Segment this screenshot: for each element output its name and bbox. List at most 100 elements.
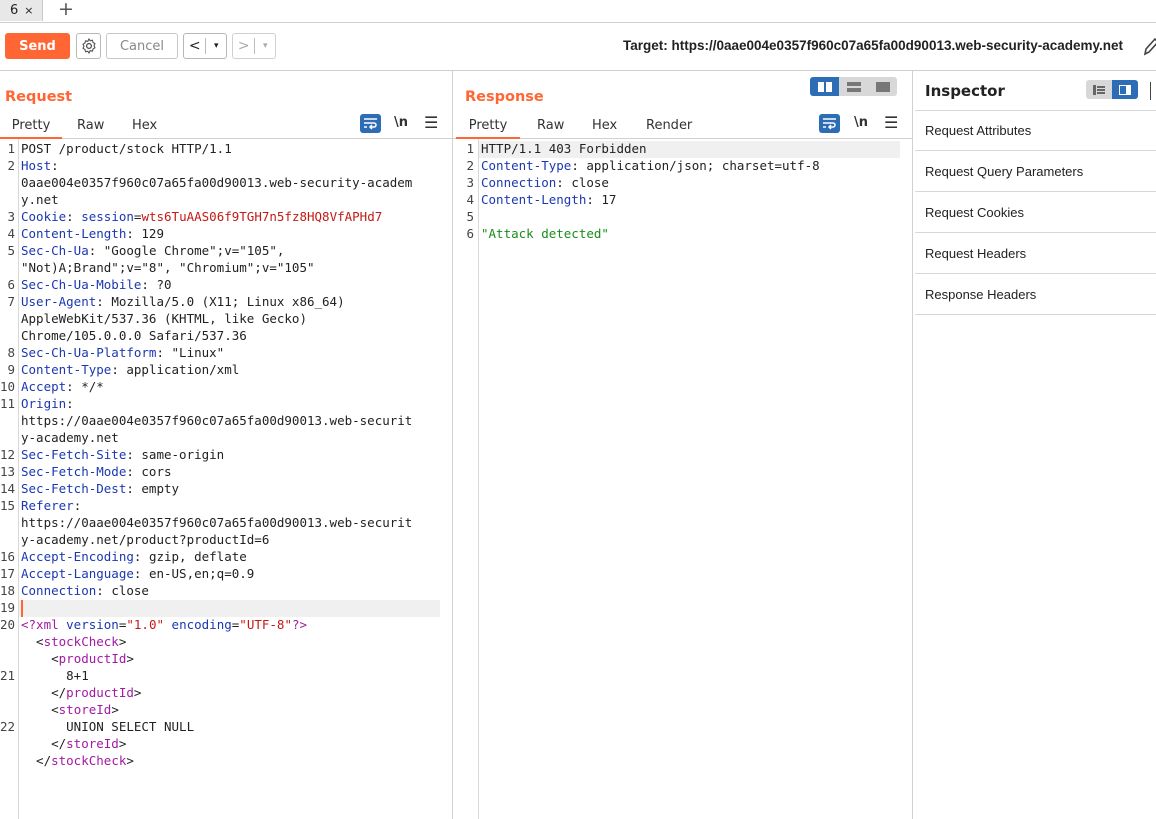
response-tab-hex[interactable]: Hex — [592, 118, 617, 133]
code-line: Host: — [21, 158, 59, 173]
code-line: </productId> — [21, 685, 142, 700]
inspector-item-request-attributes[interactable]: Request Attributes — [915, 111, 1156, 151]
code-line: 0aae004e0357f960c07a65fa00d90013.web-sec… — [21, 175, 413, 190]
response-tab-render[interactable]: Render — [646, 118, 692, 133]
code-line: AppleWebKit/537.36 (KHTML, like Gecko) — [21, 311, 307, 326]
code-line: y.net — [21, 192, 59, 207]
edit-target-button[interactable] — [1142, 35, 1156, 61]
code-line: Accept-Encoding: gzip, deflate — [21, 549, 247, 564]
new-tab-icon[interactable]: + — [58, 0, 74, 20]
code-line: y-academy.net/product?productId=6 — [21, 532, 270, 547]
cancel-button[interactable]: Cancel — [106, 33, 178, 59]
request-tab-pretty[interactable]: Pretty — [0, 117, 62, 139]
code-line: Content-Length: 17 — [481, 192, 617, 207]
inspector-collapse-icon[interactable] — [1150, 82, 1153, 100]
line-number: 16 — [0, 549, 16, 564]
code-line: Sec-Fetch-Mode: cors — [21, 464, 172, 479]
inspector-divider[interactable] — [912, 71, 913, 819]
line-number: 19 — [0, 600, 16, 615]
settings-button[interactable] — [76, 33, 101, 59]
inspector-list-view-button[interactable] — [1086, 80, 1112, 99]
code-line: Content-Type: application/json; charset=… — [481, 158, 820, 173]
request-title: Request — [5, 89, 73, 105]
line-number: 3 — [466, 175, 474, 190]
code-line: HTTP/1.1 403 Forbidden — [481, 141, 647, 156]
single-pane-icon — [875, 81, 890, 92]
code-line: Content-Length: 129 — [21, 226, 164, 241]
line-number: 4 — [7, 226, 15, 241]
pencil-icon — [1143, 37, 1156, 56]
stacked-view-button[interactable] — [839, 77, 868, 96]
line-number: 22 — [0, 719, 16, 734]
response-wrap-toggle[interactable] — [819, 114, 840, 133]
code-line: <stockCheck> — [21, 634, 127, 649]
code-line: Referer: — [21, 498, 82, 513]
forward-button[interactable]: > ▾ — [232, 33, 276, 59]
line-number: 15 — [0, 498, 16, 513]
panel-icon — [1119, 84, 1131, 95]
request-gutter — [0, 139, 19, 819]
rows-icon — [846, 81, 861, 92]
request-wrap-toggle[interactable] — [360, 114, 381, 133]
request-newline-toggle[interactable]: \n — [394, 115, 408, 130]
line-number: 20 — [0, 617, 16, 632]
response-newline-toggle[interactable]: \n — [854, 115, 868, 130]
line-number: 10 — [0, 379, 16, 394]
code-line: </storeId> — [21, 736, 127, 751]
tabbed-view-button[interactable] — [868, 77, 897, 96]
inspector-panel-view-button[interactable] — [1112, 80, 1138, 99]
inspector-layout-toggle[interactable] — [1086, 80, 1138, 99]
code-line: Connection: close — [481, 175, 609, 190]
tab-6[interactable]: 6 × — [0, 0, 43, 21]
back-button[interactable]: < ▾ — [183, 33, 227, 59]
back-dropdown-icon[interactable]: ▾ — [206, 41, 226, 51]
request-tab-raw[interactable]: Raw — [77, 118, 104, 133]
line-number: 17 — [0, 566, 16, 581]
line-number: 5 — [466, 209, 474, 224]
line-number: 21 — [0, 668, 16, 683]
code-line: https://0aae004e0357f960c07a65fa00d90013… — [21, 413, 413, 428]
inspector-item-response-headers[interactable]: Response Headers — [915, 275, 1156, 315]
chevron-right-icon: > — [237, 38, 250, 54]
forward-dropdown-icon[interactable]: ▾ — [255, 41, 275, 51]
code-line: y-academy.net — [21, 430, 119, 445]
code-line: Chrome/105.0.0.0 Safari/537.36 — [21, 328, 247, 343]
list-icon — [1093, 84, 1105, 95]
code-line: Cookie: session=wts6TuAAS06f9TGH7n5fz8HQ… — [21, 209, 383, 224]
close-tab-icon[interactable]: × — [24, 4, 33, 17]
line-number: 5 — [7, 243, 15, 258]
line-number: 6 — [466, 226, 474, 241]
tab-label: 6 — [10, 3, 19, 18]
layout-toggle[interactable] — [810, 77, 897, 96]
response-gutter — [453, 139, 479, 819]
gear-icon — [81, 38, 96, 54]
columns-icon — [817, 81, 832, 92]
request-menu-icon[interactable]: ☰ — [424, 113, 438, 132]
line-number: 1 — [466, 141, 474, 156]
line-number: 1 — [7, 141, 15, 156]
code-line: UNION SELECT NULL — [21, 719, 195, 734]
code-line: User-Agent: Mozilla/5.0 (X11; Linux x86_… — [21, 294, 345, 309]
line-number: 4 — [466, 192, 474, 207]
code-line: <?xml version="1.0" encoding="UTF-8"?> — [21, 617, 308, 632]
line-number: 18 — [0, 583, 16, 598]
response-menu-icon[interactable]: ☰ — [884, 113, 898, 132]
line-number: 8 — [7, 345, 15, 360]
send-button[interactable]: Send — [5, 33, 70, 59]
code-line: Sec-Ch-Ua-Mobile: ?0 — [21, 277, 172, 292]
request-tabbar-line — [0, 138, 452, 139]
inspector-item-request-headers[interactable]: Request Headers — [915, 234, 1156, 274]
side-by-side-view-button[interactable] — [810, 77, 839, 96]
inspector-item-request-cookies[interactable]: Request Cookies — [915, 193, 1156, 233]
response-tab-pretty[interactable]: Pretty — [456, 117, 520, 139]
line-number: 7 — [7, 294, 15, 309]
response-tabbar-line — [453, 138, 912, 139]
wrap-lines-icon — [823, 118, 836, 130]
line-number: 12 — [0, 447, 16, 462]
request-tab-hex[interactable]: Hex — [132, 118, 157, 133]
target-label[interactable]: Target: https://0aae004e0357f960c07a65fa… — [623, 38, 1123, 53]
code-line: Sec-Fetch-Dest: empty — [21, 481, 180, 496]
response-tab-raw[interactable]: Raw — [537, 118, 564, 133]
line-number: 14 — [0, 481, 16, 496]
inspector-item-request-query-parameters[interactable]: Request Query Parameters — [915, 152, 1156, 192]
